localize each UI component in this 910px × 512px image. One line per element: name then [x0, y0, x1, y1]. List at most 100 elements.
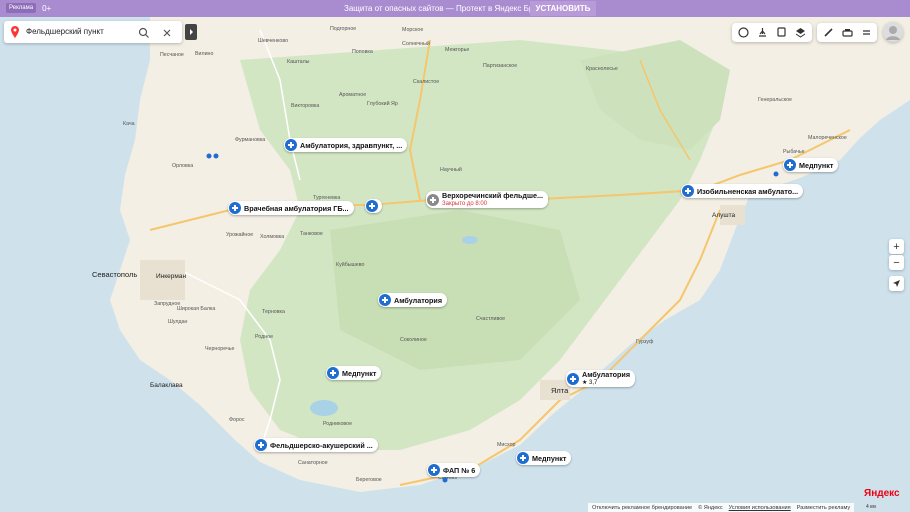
place-label: Морское	[402, 27, 424, 33]
place-label: Краснолесье	[586, 66, 618, 72]
map-marker[interactable]: Врачебная амбулатория ГБ...	[228, 201, 354, 215]
scale-ruler: 4 км	[866, 504, 876, 510]
map-marker[interactable]: ФАП № 6	[427, 463, 481, 477]
collapse-panel-button[interactable]	[185, 24, 197, 40]
place-label: Куйбышево	[336, 262, 365, 268]
city-label: Ялта	[551, 386, 569, 395]
place-label: Партизанское	[483, 63, 518, 69]
place-label: Танковое	[300, 231, 323, 237]
zoom-out-button[interactable]: −	[889, 255, 904, 270]
terms-link[interactable]: Условия использования	[729, 505, 791, 511]
map-toolbar-layers	[732, 23, 812, 42]
map-marker[interactable]: Верхоречинский фельдше... Закрыто до 8:0…	[426, 191, 548, 208]
place-label: Кача	[123, 121, 135, 127]
search-box[interactable]: Фельдшерский пункт	[4, 21, 182, 43]
medical-cross-icon	[379, 294, 391, 306]
map-marker[interactable]: Амбулатория	[378, 293, 448, 307]
transport-icon[interactable]	[775, 26, 788, 39]
marker-label: Изобильненская амбулато...	[697, 186, 799, 196]
marker-label-group: Верхоречинский фельдше... Закрыто до 8:0…	[442, 191, 543, 208]
place-label: Ароматное	[339, 92, 367, 98]
city-label: Балаклава	[150, 382, 183, 389]
map-marker[interactable]: Фельдшерско-акушерский ...	[254, 438, 378, 452]
user-avatar[interactable]	[883, 22, 903, 42]
place-label: Песчаное	[160, 52, 184, 58]
place-label: Подгорное	[330, 26, 357, 32]
install-button[interactable]: УСТАНОВИТЬ	[530, 1, 596, 16]
medical-cross-icon	[682, 185, 694, 197]
marker-label: Амбулатория	[394, 295, 443, 305]
place-label: Малореченское	[808, 135, 847, 141]
marker-label: Врачебная амбулатория ГБ...	[244, 203, 349, 213]
map-marker[interactable]: Медпункт	[783, 158, 839, 172]
marker-label: Медпункт	[342, 368, 377, 378]
city-label: Севастополь	[92, 270, 138, 279]
place-label: Береговое	[356, 477, 382, 483]
place-label: Гурзуф	[636, 339, 654, 345]
marker-label: Фельдшерско-акушерский ...	[270, 440, 373, 450]
place-label: Соколиное	[400, 337, 427, 343]
place-label: Форос	[229, 417, 245, 423]
geolocation-button[interactable]	[889, 276, 904, 291]
place-label: Солнечный	[402, 41, 430, 47]
medical-cross-icon	[567, 372, 579, 385]
result-dot[interactable]	[772, 170, 780, 178]
panorama-icon[interactable]	[756, 26, 769, 39]
place-label: Вилино	[195, 51, 214, 57]
place-label: Шулдан	[168, 319, 188, 325]
collapse-arrow-icon	[190, 29, 193, 35]
age-rating: 0+	[42, 3, 52, 13]
map-marker[interactable]: Изобильненская амбулато...	[681, 184, 804, 198]
ad-text[interactable]: Защита от опасных сайтов — Протект в Янд…	[344, 4, 559, 13]
place-label: Орловка	[172, 163, 194, 169]
place-label: Викторовка	[291, 103, 320, 109]
result-dot[interactable]	[441, 476, 449, 484]
medical-cross-icon	[784, 159, 796, 171]
ruler-icon[interactable]	[822, 26, 835, 39]
place-label: Черноречье	[205, 346, 235, 352]
zoom-in-button[interactable]: +	[889, 239, 904, 254]
marker-label: Амбулатория	[582, 369, 631, 379]
marker-status: Закрыто до 8:00	[442, 200, 488, 207]
disable-ads-link[interactable]: Отключить рекламное брендирование	[592, 505, 692, 511]
place-label: Мисхор	[497, 442, 516, 448]
menu-icon[interactable]	[860, 26, 873, 39]
print-icon[interactable]	[841, 26, 854, 39]
place-label: Научный	[440, 167, 462, 173]
place-label: Скалистое	[413, 79, 440, 85]
search-input[interactable]: Фельдшерский пункт	[26, 27, 104, 36]
location-arrow-icon	[893, 280, 900, 287]
map-marker[interactable]: Амбулатория ★ 3,7	[566, 369, 636, 387]
place-label: Широкая Балка	[177, 306, 216, 312]
medical-cross-icon	[427, 193, 439, 206]
marker-label: Медпункт	[799, 160, 834, 170]
close-icon[interactable]	[161, 26, 173, 38]
yandex-logo: Яндекс	[864, 488, 900, 499]
map-canvas[interactable]	[0, 17, 910, 512]
ad-meta: Реклама 0+	[6, 3, 51, 13]
place-label: Шевченково	[258, 38, 289, 44]
map-marker[interactable]: Медпункт	[516, 451, 572, 465]
place-label: Поповка	[352, 49, 373, 55]
city-label: Алушта	[712, 212, 736, 219]
marker-label: ФАП № 6	[443, 465, 476, 475]
layers-icon[interactable]	[794, 26, 807, 39]
place-label: Санаторное	[298, 460, 328, 466]
map-marker[interactable]: Медпункт	[326, 366, 382, 380]
place-label: Родниковое	[323, 421, 353, 427]
marker-rating: ★ 3,7	[582, 379, 598, 386]
yandex-pin-icon	[11, 25, 19, 43]
place-ad-link[interactable]: Разместить рекламу	[797, 505, 850, 511]
medical-cross-icon	[285, 139, 297, 151]
ad-banner[interactable]: Реклама 0+ Защита от опасных сайтов — Пр…	[0, 0, 910, 17]
copyright: © Яндекс	[698, 504, 723, 511]
layers-traffic-icon[interactable]	[737, 26, 750, 39]
marker-label: Амбулатория, здравпункт, ...	[300, 140, 403, 150]
place-label: Глубокий Яр	[367, 101, 398, 107]
medical-cross-icon	[327, 367, 339, 379]
search-icon[interactable]	[138, 26, 150, 38]
medical-cross-icon	[517, 452, 529, 464]
map-marker[interactable]: Амбулатория, здравпункт, ...	[284, 138, 408, 152]
map-marker[interactable]	[365, 199, 382, 213]
result-dots[interactable]	[205, 152, 220, 160]
